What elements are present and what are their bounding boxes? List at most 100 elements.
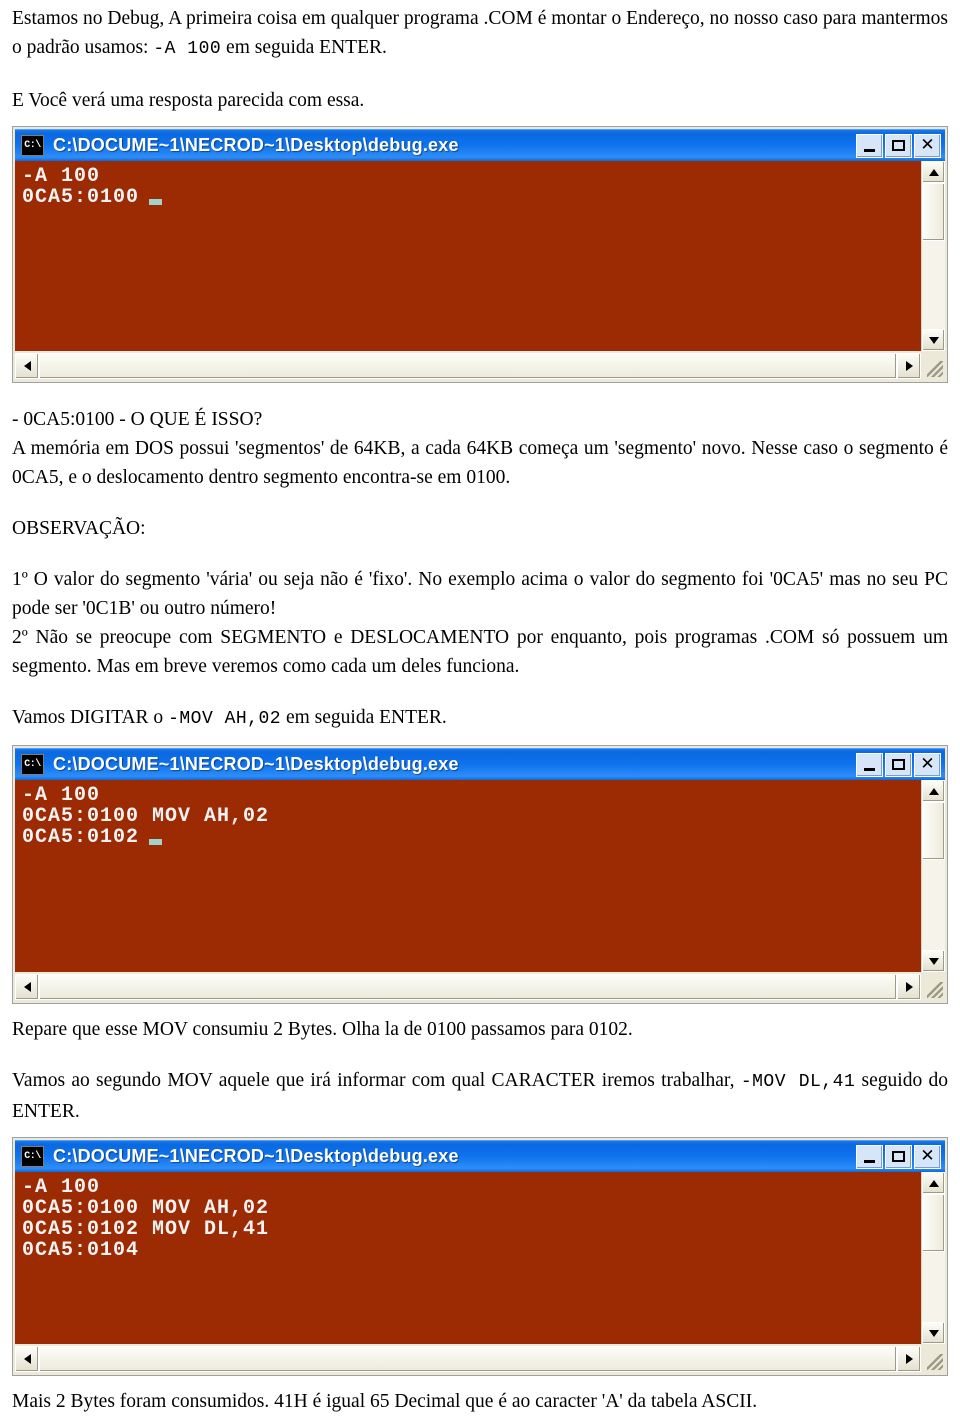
chevron-left-icon <box>23 361 31 371</box>
horizontal-scroll-thumb[interactable] <box>39 974 897 1000</box>
chevron-right-icon <box>905 982 913 992</box>
close-icon: ✕ <box>920 754 935 773</box>
maximize-icon <box>892 140 905 151</box>
console-2-horizontal-scrollbar[interactable] <box>15 974 921 1000</box>
console-3-horizontal-scrollbar[interactable] <box>15 1346 921 1372</box>
console-3-bottom <box>15 1344 945 1372</box>
scroll-down-button[interactable] <box>922 329 945 351</box>
minimize-button[interactable] <box>856 752 883 777</box>
maximize-icon <box>892 759 905 770</box>
console-2-body: -A 100 0CA5:0100 MOV AH,02 0CA5:0102 <box>15 780 945 972</box>
maximize-icon <box>892 1151 905 1162</box>
scroll-up-button[interactable] <box>922 161 945 183</box>
console-window-2[interactable]: C:\ C:\DOCUME~1\NECROD~1\Desktop\debug.e… <box>12 745 948 1004</box>
close-icon: ✕ <box>920 1146 935 1165</box>
vertical-scroll-thumb[interactable] <box>922 1194 945 1252</box>
scroll-up-button[interactable] <box>922 780 945 802</box>
type-mov-text-part-1: Vamos DIGITAR o <box>12 707 169 728</box>
chevron-up-icon <box>928 168 939 176</box>
console-2-titlebar[interactable]: C:\ C:\DOCUME~1\NECROD~1\Desktop\debug.e… <box>15 748 945 780</box>
console-2-bottom <box>15 972 945 1000</box>
horizontal-scroll-thumb[interactable] <box>39 353 897 379</box>
console-2-line-2: 0CA5:0100 MOV AH,02 <box>22 805 270 828</box>
vertical-scroll-track[interactable] <box>922 1252 945 1322</box>
resize-grip[interactable] <box>921 974 945 1000</box>
scroll-left-button[interactable] <box>15 974 39 1000</box>
scroll-right-button[interactable] <box>897 353 921 379</box>
chevron-down-icon <box>928 957 939 965</box>
console-1-line-2: 0CA5:0100 <box>22 186 140 209</box>
vertical-scroll-track[interactable] <box>922 241 945 329</box>
console-window-3[interactable]: C:\ C:\DOCUME~1\NECROD~1\Desktop\debug.e… <box>12 1137 948 1376</box>
maximize-button[interactable] <box>885 752 912 777</box>
console-2-screen[interactable]: -A 100 0CA5:0100 MOV AH,02 0CA5:0102 <box>15 780 921 972</box>
console-2-line-3: 0CA5:0102 <box>22 826 140 849</box>
minimize-icon <box>864 1159 875 1163</box>
inline-code-mov-ah-02: -MOV AH,02 <box>168 709 282 729</box>
console-1-body: -A 100 0CA5:0100 <box>15 161 945 351</box>
chevron-up-icon <box>928 1179 939 1187</box>
cmd-prompt-icon: C:\ <box>21 135 44 156</box>
vertical-scroll-thumb[interactable] <box>922 183 945 241</box>
chevron-right-icon <box>905 361 913 371</box>
maximize-button[interactable] <box>885 133 912 158</box>
minimize-icon <box>864 767 875 771</box>
maximize-button[interactable] <box>885 1144 912 1169</box>
label-observation: OBSERVAÇÃO: <box>12 518 146 539</box>
console-3-body: -A 100 0CA5:0100 MOV AH,02 0CA5:0102 MOV… <box>15 1172 945 1344</box>
text-cursor <box>149 839 163 845</box>
console-2-vertical-scrollbar[interactable] <box>921 780 945 972</box>
minimize-button[interactable] <box>856 1144 883 1169</box>
scroll-down-button[interactable] <box>922 1322 945 1344</box>
console-1-vertical-scrollbar[interactable] <box>921 161 945 351</box>
text-cursor <box>149 199 163 205</box>
close-button[interactable]: ✕ <box>914 133 941 158</box>
minimize-icon <box>864 148 875 152</box>
console-1-line-1: -A 100 <box>22 165 101 188</box>
scroll-right-button[interactable] <box>897 974 921 1000</box>
type-mov-text-part-2: em seguida ENTER. <box>281 707 447 728</box>
console-window-1[interactable]: C:\ C:\DOCUME~1\NECROD~1\Desktop\debug.e… <box>12 126 948 383</box>
console-3-line-4: 0CA5:0104 <box>22 1239 140 1262</box>
cmd-prompt-icon: C:\ <box>21 1146 44 1167</box>
chevron-down-icon <box>928 336 939 344</box>
inline-code-mov-dl-41: -MOV DL,41 <box>740 1072 856 1092</box>
scroll-left-button[interactable] <box>15 1346 39 1372</box>
chevron-up-icon <box>928 787 939 795</box>
close-button[interactable]: ✕ <box>914 1144 941 1169</box>
console-1-titlebar[interactable]: C:\ C:\DOCUME~1\NECROD~1\Desktop\debug.e… <box>15 129 945 161</box>
paragraph-expect-response: E Você verá uma resposta parecida com es… <box>12 90 365 111</box>
scroll-left-button[interactable] <box>15 353 39 379</box>
scroll-up-button[interactable] <box>922 1172 945 1194</box>
minimize-button[interactable] <box>856 133 883 158</box>
paragraph-second-mov: Vamos ao segundo MOV aquele que irá info… <box>12 1066 948 1126</box>
paragraph-intro-command: Estamos no Debug, A primeira coisa em qu… <box>12 4 948 64</box>
console-1-horizontal-scrollbar[interactable] <box>15 353 921 379</box>
console-3-vertical-scrollbar[interactable] <box>921 1172 945 1344</box>
intro-text-part-2: em seguida ENTER. <box>221 37 387 58</box>
vertical-scroll-track[interactable] <box>922 860 945 950</box>
resize-grip[interactable] <box>921 1346 945 1372</box>
console-3-screen[interactable]: -A 100 0CA5:0100 MOV AH,02 0CA5:0102 MOV… <box>15 1172 921 1344</box>
chevron-left-icon <box>23 982 31 992</box>
scroll-down-button[interactable] <box>922 950 945 972</box>
vertical-scroll-thumb[interactable] <box>922 802 945 860</box>
console-1-window-buttons: ✕ <box>856 133 943 158</box>
paragraph-bytes-consumed: Repare que esse MOV consumiu 2 Bytes. Ol… <box>12 1019 633 1040</box>
console-3-titlebar[interactable]: C:\ C:\DOCUME~1\NECROD~1\Desktop\debug.e… <box>15 1140 945 1172</box>
inline-code-a100: -A 100 <box>153 39 222 59</box>
close-button[interactable]: ✕ <box>914 752 941 777</box>
console-3-line-1: -A 100 <box>22 1176 101 1199</box>
scroll-right-button[interactable] <box>897 1346 921 1372</box>
resize-grip[interactable] <box>921 353 945 379</box>
horizontal-scroll-thumb[interactable] <box>39 1346 897 1372</box>
console-1-screen[interactable]: -A 100 0CA5:0100 <box>15 161 921 351</box>
